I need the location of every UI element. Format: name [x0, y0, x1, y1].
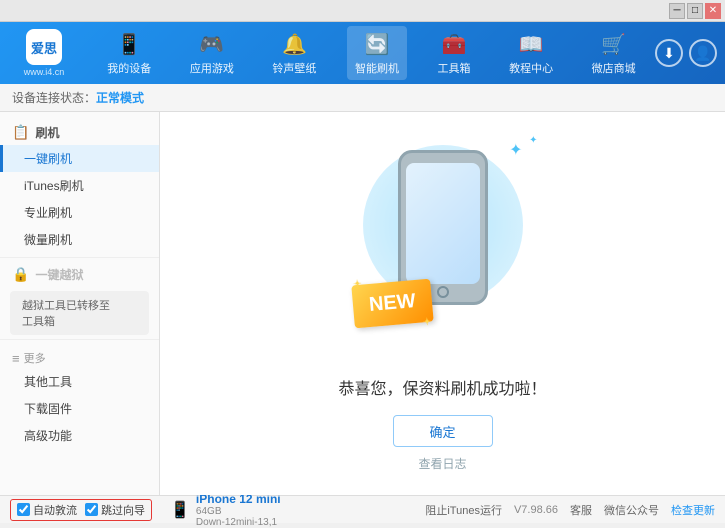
- bottom-left: 自动敦流 跳过向导 📱 iPhone 12 mini 64GB Down-12m…: [10, 492, 281, 528]
- stop-itunes-btn[interactable]: 阻止iTunes运行: [425, 502, 502, 518]
- nav-item-tutorial[interactable]: 📖 教程中心: [501, 26, 561, 80]
- nav-item-my-device[interactable]: 📱 我的设备: [99, 26, 159, 80]
- my-device-icon: 📱: [115, 30, 143, 58]
- sidebar-group-flash: 📋 刷机: [0, 120, 159, 145]
- wechat-public-link[interactable]: 微信公众号: [604, 502, 659, 518]
- close-btn[interactable]: ✕: [705, 3, 721, 19]
- apps-games-icon: 🎮: [198, 30, 226, 58]
- restore-btn[interactable]: □: [687, 3, 703, 19]
- nav-items: 📱 我的设备 🎮 应用游戏 🔔 铃声壁纸 🔄 智能刷机 🧰 工具箱 📖 教程中心…: [88, 26, 655, 80]
- phone-illustration: NEW ✦ ✦: [343, 135, 543, 355]
- toolbox-icon: 🧰: [440, 30, 468, 58]
- device-phone-icon: 📱: [170, 500, 190, 520]
- version-text: V7.98.66: [514, 504, 558, 516]
- auto-restart-checkbox[interactable]: 自动敦流: [17, 502, 77, 518]
- tutorial-icon: 📖: [517, 30, 545, 58]
- ringtone-icon: 🔔: [280, 30, 308, 58]
- nav-logo: 爱思 www.i4.cn: [8, 29, 80, 77]
- sidebar-item-advanced[interactable]: 高级功能: [0, 422, 159, 449]
- sidebar-divider-2: [0, 339, 159, 340]
- nav-item-toolbox[interactable]: 🧰 工具箱: [430, 26, 479, 80]
- minimize-btn[interactable]: ─: [669, 3, 685, 19]
- status-bar: 设备连接状态： 正常模式: [0, 84, 725, 112]
- confirm-button[interactable]: 确定: [393, 415, 493, 447]
- sparkle-icon-1: ✦: [509, 140, 522, 160]
- status-value: 正常模式: [96, 89, 144, 106]
- title-bar: ─ □ ✕: [0, 0, 725, 22]
- sidebar-item-other-tools[interactable]: 其他工具: [0, 368, 159, 395]
- flash-group-icon: 📋: [12, 124, 29, 141]
- auto-restart-input[interactable]: [17, 503, 30, 516]
- phone-home-btn: [437, 286, 449, 298]
- sidebar-more-label: 更多: [0, 344, 159, 368]
- sidebar-item-download-firmware[interactable]: 下载固件: [0, 395, 159, 422]
- logo-icon: 爱思: [26, 29, 62, 65]
- new-badge: NEW: [351, 279, 433, 329]
- user-btn[interactable]: 👤: [689, 39, 717, 67]
- sidebar: 📋 刷机 一键刷机 iTunes刷机 专业刷机 微量刷机 🔒 一键越狱 越狱工具…: [0, 112, 160, 495]
- sidebar-divider-1: [0, 257, 159, 258]
- download-btn[interactable]: ⬇: [655, 39, 683, 67]
- sidebar-item-one-key-flash[interactable]: 一键刷机: [0, 145, 159, 172]
- nav-bar: 爱思 www.i4.cn 📱 我的设备 🎮 应用游戏 🔔 铃声壁纸 🔄 智能刷机…: [0, 22, 725, 84]
- device-model: Down-12mini-13,1: [196, 517, 281, 528]
- skip-wizard-input[interactable]: [85, 503, 98, 516]
- nav-item-smart-flash[interactable]: 🔄 智能刷机: [347, 26, 407, 80]
- content-area: NEW ✦ ✦ 恭喜您，保资料刷机成功啦！ 确定 查看日志: [160, 112, 725, 495]
- nav-item-ringtone[interactable]: 🔔 铃声壁纸: [264, 26, 324, 80]
- check-update-link[interactable]: 检查更新: [671, 502, 715, 518]
- device-name-block: iPhone 12 mini 64GB Down-12mini-13,1: [196, 492, 281, 528]
- sidebar-item-pro-flash[interactable]: 专业刷机: [0, 199, 159, 226]
- sidebar-group-jailbreak: 🔒 一键越狱: [0, 262, 159, 287]
- bottom-right: 阻止iTunes运行 V7.98.66 客服 微信公众号 检查更新: [425, 502, 715, 518]
- weidian-icon: 🛒: [600, 30, 628, 58]
- smart-flash-icon: 🔄: [363, 30, 391, 58]
- status-label: 设备连接状态：: [12, 89, 96, 106]
- sparkle-icon-2: ✦: [529, 135, 537, 146]
- bottom-bar: 自动敦流 跳过向导 📱 iPhone 12 mini 64GB Down-12m…: [0, 495, 725, 523]
- sidebar-jailbreak-notice: 越狱工具已转移至工具箱: [10, 291, 149, 335]
- checkbox-highlight-area: 自动敦流 跳过向导: [10, 499, 152, 521]
- success-message: 恭喜您，保资料刷机成功啦！: [338, 375, 546, 399]
- main-layout: 📋 刷机 一键刷机 iTunes刷机 专业刷机 微量刷机 🔒 一键越狱 越狱工具…: [0, 112, 725, 495]
- logo-url: www.i4.cn: [24, 67, 65, 77]
- nav-item-apps-games[interactable]: 🎮 应用游戏: [182, 26, 242, 80]
- skip-wizard-checkbox[interactable]: 跳过向导: [85, 502, 145, 518]
- nav-item-weidian[interactable]: 🛒 微店商城: [584, 26, 644, 80]
- back-link[interactable]: 查看日志: [418, 455, 466, 472]
- device-info: 📱 iPhone 12 mini 64GB Down-12mini-13,1: [170, 492, 281, 528]
- phone-screen: [406, 163, 480, 284]
- lock-icon: 🔒: [12, 266, 29, 283]
- nav-right: ⬇ 👤: [655, 39, 717, 67]
- customer-service-link[interactable]: 客服: [570, 502, 592, 518]
- sidebar-item-itunes-flash[interactable]: iTunes刷机: [0, 172, 159, 199]
- device-storage: 64GB: [196, 506, 281, 517]
- sidebar-item-micro-flash[interactable]: 微量刷机: [0, 226, 159, 253]
